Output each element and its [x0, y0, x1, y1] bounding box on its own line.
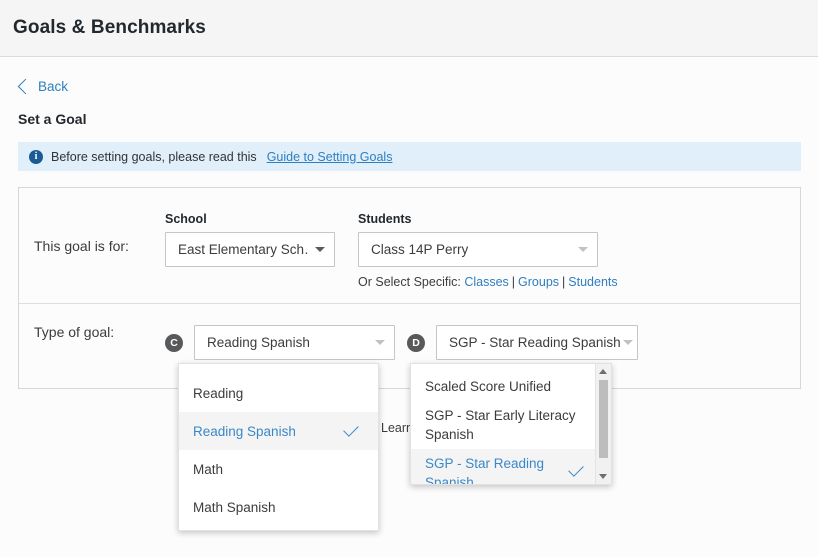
info-banner-text: Before setting goals, please read this — [51, 149, 257, 164]
menu-item-scaled-score-unified[interactable]: Scaled Score Unified — [411, 372, 595, 401]
menu-item-sgp-star-early-literacy-spanish[interactable]: SGP - Star Early Literacy Spanish — [411, 401, 595, 449]
scroll-up-arrow-icon[interactable] — [599, 369, 607, 374]
badge-d: D — [407, 333, 425, 352]
school-select-value: East Elementary Sch… — [178, 242, 309, 257]
menu-item-math-spanish[interactable]: Math Spanish — [179, 488, 378, 526]
info-banner: i Before setting goals, please read this… — [18, 142, 801, 171]
menu-item-math[interactable]: Math — [179, 450, 378, 488]
section-title: Set a Goal — [18, 111, 87, 127]
scroll-down-arrow-icon[interactable] — [599, 474, 607, 479]
menu-item-reading-spanish[interactable]: Reading Spanish — [179, 412, 378, 450]
info-icon: i — [29, 149, 43, 164]
back-row: Back — [17, 57, 801, 95]
check-icon — [343, 421, 359, 437]
chevron-down-icon — [315, 247, 325, 252]
goal-type-label: Type of goal: — [34, 324, 115, 340]
students-select-value: Class 14P Perry — [371, 242, 469, 257]
chevron-down-icon — [623, 340, 633, 345]
back-label: Back — [38, 79, 69, 94]
select-students-link[interactable]: Students — [568, 275, 617, 289]
goal-measure-option-list: Scaled Score Unified SGP - Star Early Li… — [411, 372, 595, 484]
school-field-group: School East Elementary Sch… — [165, 188, 335, 267]
or-select-specific: Or Select Specific: Classes | Groups | Stude… — [358, 275, 618, 289]
chevron-down-icon — [578, 247, 588, 252]
students-field-group: Students Class 14P Perry Or Select Speci… — [358, 188, 618, 289]
goal-measure-select[interactable]: SGP - Star Reading Spanish — [436, 325, 638, 360]
goal-measure-dropdown-menu[interactable]: Scaled Score Unified SGP - Star Early Li… — [410, 363, 612, 485]
back-button[interactable]: Back — [17, 78, 69, 95]
students-select[interactable]: Class 14P Perry — [358, 232, 598, 267]
goal-measure-value: SGP - Star Reading Spanish — [449, 335, 621, 350]
menu-item-sgp-star-reading-spanish[interactable]: SGP - Star Reading Spanish — [411, 449, 595, 484]
select-groups-link[interactable]: Groups — [518, 275, 559, 289]
students-label: Students — [358, 212, 412, 226]
goal-for-row: This goal is for: School East Elementary… — [19, 188, 800, 304]
menu-item-label: Reading — [193, 385, 244, 401]
goal-subject-select[interactable]: Reading Spanish — [194, 325, 395, 360]
scrollbar-thumb[interactable] — [599, 380, 608, 458]
dropdown-scrollbar[interactable] — [595, 364, 611, 484]
badge-c: C — [165, 333, 183, 352]
set-goal-card: This goal is for: School East Elementary… — [18, 187, 801, 435]
menu-item-label: Reading Spanish — [193, 423, 296, 439]
select-classes-link[interactable]: Classes — [464, 275, 508, 289]
guide-to-setting-goals-link[interactable]: Guide to Setting Goals — [267, 150, 393, 164]
app-titlebar: Goals & Benchmarks — [0, 0, 818, 57]
page-title: Goals & Benchmarks — [13, 17, 206, 38]
menu-item-label: Math — [193, 461, 224, 477]
goal-subject-value: Reading Spanish — [207, 335, 310, 350]
menu-item-label: Scaled Score Unified — [425, 379, 552, 394]
chevron-down-icon — [375, 340, 385, 345]
menu-item-label: Math Spanish — [193, 499, 276, 515]
school-select[interactable]: East Elementary Sch… — [165, 232, 335, 267]
menu-item-reading[interactable]: Reading — [179, 374, 378, 412]
link-separator: | — [511, 275, 516, 289]
page-body: Back Set a Goal i Before setting goals, … — [0, 57, 818, 557]
goal-for-label: This goal is for: — [34, 238, 129, 254]
link-separator: | — [562, 275, 566, 289]
menu-item-label: SGP - Star Reading Spanish — [425, 456, 545, 484]
goal-subject-dropdown-menu[interactable]: Reading Reading Spanish Math Math Spanis… — [178, 363, 379, 531]
school-label: School — [165, 212, 207, 226]
menu-item-label: SGP - Star Early Literacy Spanish — [425, 408, 576, 442]
or-select-prefix: Or Select Specific: — [358, 275, 461, 289]
check-icon — [568, 461, 584, 477]
chevron-left-icon — [17, 78, 34, 95]
goal-type-controls: C Reading Spanish D SGP - Star Reading S… — [165, 304, 638, 360]
